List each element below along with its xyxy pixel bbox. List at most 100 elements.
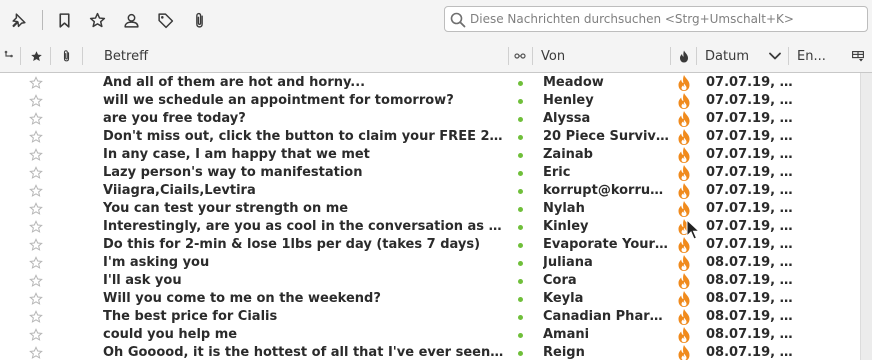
message-sender[interactable]: Nylah xyxy=(543,200,671,218)
message-subject[interactable]: I'll ask you xyxy=(103,272,505,290)
table-row[interactable]: I'll ask you Cora 08.07.19, 0... xyxy=(0,272,860,290)
message-list[interactable]: And all of them are hot and horny... Mead… xyxy=(0,73,860,360)
unread-dot-icon[interactable] xyxy=(518,261,523,266)
pin-icon[interactable] xyxy=(8,10,28,30)
unread-dot-icon[interactable] xyxy=(518,279,523,284)
message-subject[interactable]: And all of them are hot and horny... xyxy=(103,74,505,92)
message-sender[interactable]: Keyla xyxy=(543,290,671,308)
star-icon[interactable] xyxy=(29,328,43,342)
junk-flame-icon[interactable] xyxy=(677,344,691,360)
junk-flame-icon[interactable] xyxy=(677,182,691,200)
star-icon[interactable] xyxy=(29,238,43,252)
star-icon[interactable] xyxy=(29,310,43,324)
star-icon[interactable] xyxy=(29,184,43,198)
message-sender[interactable]: Zainab xyxy=(543,146,671,164)
message-date[interactable]: 07.07.19, 0... xyxy=(706,74,794,92)
unread-dot-icon[interactable] xyxy=(518,81,523,86)
message-date[interactable]: 07.07.19, 1... xyxy=(706,92,794,110)
unread-dot-icon[interactable] xyxy=(518,297,523,302)
table-row[interactable]: The best price for Cialis Canadian Pharm.… xyxy=(0,308,860,326)
message-sender[interactable]: Reign xyxy=(543,344,671,360)
unread-dot-icon[interactable] xyxy=(518,315,523,320)
message-subject[interactable]: could you help me xyxy=(103,326,505,344)
star-icon[interactable] xyxy=(29,166,43,180)
message-subject[interactable]: will we schedule an appointment for tomo… xyxy=(103,92,505,110)
junk-flame-icon[interactable] xyxy=(677,200,691,218)
table-row[interactable]: Do this for 2-min & lose 1lbs per day (t… xyxy=(0,236,860,254)
unread-dot-icon[interactable] xyxy=(518,225,523,230)
attachment-column-icon[interactable] xyxy=(60,40,74,72)
message-date[interactable]: 08.07.19, 1... xyxy=(706,344,794,360)
message-subject[interactable]: Viiagra,Ciails,Levtira xyxy=(103,182,505,200)
extra-column-header[interactable]: En... xyxy=(797,40,837,72)
junk-flame-icon[interactable] xyxy=(677,254,691,272)
message-sender[interactable]: Amani xyxy=(543,326,671,344)
chevron-down-icon[interactable] xyxy=(769,40,783,72)
junk-flame-icon[interactable] xyxy=(677,92,691,110)
star-icon[interactable] xyxy=(29,220,43,234)
junk-flame-icon[interactable] xyxy=(677,272,691,290)
star-icon[interactable] xyxy=(87,10,107,30)
message-sender[interactable]: Meadow xyxy=(543,74,671,92)
message-date[interactable]: 08.07.19, 0... xyxy=(706,272,794,290)
message-date[interactable]: 07.07.19, 1... xyxy=(706,110,794,128)
junk-flame-icon[interactable] xyxy=(677,326,691,344)
message-sender[interactable]: Evaporate Your B... xyxy=(543,236,671,254)
message-date[interactable]: 07.07.19, 1... xyxy=(706,164,794,182)
unread-dot-icon[interactable] xyxy=(518,189,523,194)
contact-icon[interactable] xyxy=(121,10,141,30)
message-sender[interactable]: korrupt@korrupt... xyxy=(543,182,671,200)
star-icon[interactable] xyxy=(29,346,43,360)
star-icon[interactable] xyxy=(29,256,43,270)
table-row[interactable]: Don't miss out, click the button to clai… xyxy=(0,128,860,146)
message-date[interactable]: 08.07.19, 1... xyxy=(706,290,794,308)
unread-dot-icon[interactable] xyxy=(518,243,523,248)
junk-flame-icon[interactable] xyxy=(677,164,691,182)
junk-column-icon[interactable] xyxy=(679,40,691,72)
table-row[interactable]: And all of them are hot and horny... Mead… xyxy=(0,74,860,92)
table-row[interactable]: Lazy person's way to manifestation Eric 07… xyxy=(0,164,860,182)
junk-flame-icon[interactable] xyxy=(677,146,691,164)
star-icon[interactable] xyxy=(29,76,43,90)
table-row[interactable]: could you help me Amani 08.07.19, 1... xyxy=(0,326,860,344)
message-subject[interactable]: Do this for 2-min & lose 1lbs per day (t… xyxy=(103,236,505,254)
message-subject[interactable]: Interestingly, are you as cool in the co… xyxy=(103,218,505,236)
message-date[interactable]: 07.07.19, 1... xyxy=(706,146,794,164)
message-sender[interactable]: Canadian Pharm... xyxy=(543,308,671,326)
thread-icon[interactable] xyxy=(4,40,18,72)
attachment-icon[interactable] xyxy=(189,10,209,30)
unread-dot-icon[interactable] xyxy=(518,333,523,338)
bookmark-icon[interactable] xyxy=(54,10,74,30)
unread-dot-icon[interactable] xyxy=(518,207,523,212)
message-sender[interactable]: Henley xyxy=(543,92,671,110)
unread-dot-icon[interactable] xyxy=(518,117,523,122)
unread-dot-icon[interactable] xyxy=(518,153,523,158)
message-sender[interactable]: 20 Piece Survival ... xyxy=(543,128,671,146)
table-row[interactable]: You can test your strength on me Nylah 07.… xyxy=(0,200,860,218)
star-icon[interactable] xyxy=(29,94,43,108)
star-column-icon[interactable] xyxy=(30,40,44,72)
junk-flame-icon[interactable] xyxy=(677,290,691,308)
message-date[interactable]: 07.07.19, 2... xyxy=(706,236,794,254)
unread-dot-icon[interactable] xyxy=(518,171,523,176)
message-sender[interactable]: Juliana xyxy=(543,254,671,272)
message-subject[interactable]: Lazy person's way to manifestation xyxy=(103,164,505,182)
search-box[interactable] xyxy=(444,6,868,32)
star-icon[interactable] xyxy=(29,292,43,306)
message-subject[interactable]: are you free today? xyxy=(103,110,505,128)
message-subject[interactable]: Oh Gooood, it is the hottest of all that… xyxy=(103,344,505,360)
unread-dot-icon[interactable] xyxy=(518,99,523,104)
unread-dot-icon[interactable] xyxy=(518,351,523,356)
message-date[interactable]: 07.07.19, 1... xyxy=(706,200,794,218)
table-row[interactable]: Interestingly, are you as cool in the co… xyxy=(0,218,860,236)
message-subject[interactable]: In any case, I am happy that we met xyxy=(103,146,505,164)
table-row[interactable]: In any case, I am happy that we met Zaina… xyxy=(0,146,860,164)
star-icon[interactable] xyxy=(29,148,43,162)
table-row[interactable]: Viiagra,Ciails,Levtira korrupt@korrupt...… xyxy=(0,182,860,200)
message-sender[interactable]: Alyssa xyxy=(543,110,671,128)
scrollbar[interactable] xyxy=(860,73,872,360)
read-status-icon[interactable] xyxy=(514,40,528,72)
star-icon[interactable] xyxy=(29,130,43,144)
column-picker-icon[interactable] xyxy=(852,40,866,72)
star-icon[interactable] xyxy=(29,274,43,288)
